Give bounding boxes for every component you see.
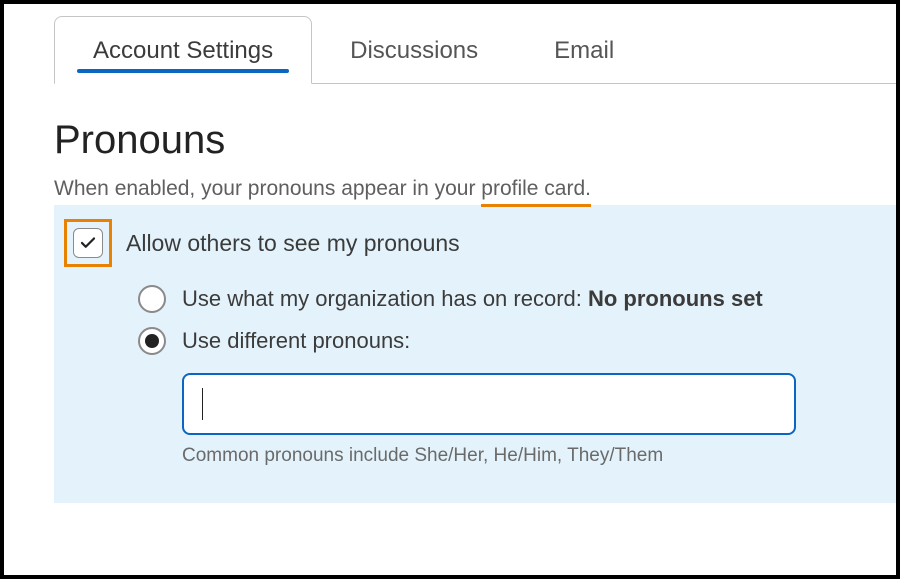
pronoun-source-radio-group: Use what my organization has on record: … (138, 285, 880, 355)
text-cursor-icon (202, 388, 203, 420)
section-description: When enabled, your pronouns appear in yo… (54, 177, 896, 201)
tab-bar: Account Settings Discussions Email (54, 16, 896, 84)
pronoun-text-input[interactable] (182, 373, 796, 435)
radio-org-label: Use what my organization has on record: … (182, 286, 763, 312)
tab-discussions[interactable]: Discussions (312, 17, 516, 83)
profile-card-link[interactable]: profile card (481, 177, 585, 201)
tab-account-settings[interactable]: Account Settings (54, 16, 312, 84)
window-frame: Account Settings Discussions Email Prono… (0, 0, 900, 579)
check-icon (79, 234, 97, 252)
radio-org-value: No pronouns set (588, 286, 763, 311)
description-text-prefix: When enabled, your pronouns appear in yo… (54, 177, 481, 200)
pronouns-options-panel: Allow others to see my pronouns Use what… (54, 205, 900, 503)
allow-pronouns-checkbox[interactable] (73, 228, 103, 258)
radio-row-different: Use different pronouns: (138, 327, 880, 355)
pronoun-hint: Common pronouns include She/Her, He/Him,… (182, 445, 880, 467)
page-title: Pronouns (54, 118, 896, 163)
description-text-suffix: . (585, 177, 591, 200)
radio-use-org-record[interactable] (138, 285, 166, 313)
checkbox-highlight (64, 219, 112, 267)
radio-use-different[interactable] (138, 327, 166, 355)
allow-pronouns-label: Allow others to see my pronouns (126, 230, 460, 257)
radio-selected-dot-icon (145, 334, 159, 348)
radio-row-org: Use what my organization has on record: … (138, 285, 880, 313)
tab-email[interactable]: Email (516, 17, 652, 83)
radio-org-label-prefix: Use what my organization has on record: (182, 286, 588, 311)
radio-different-label: Use different pronouns: (182, 328, 410, 354)
pronoun-input-wrap: Common pronouns include She/Her, He/Him,… (182, 373, 880, 467)
allow-pronouns-row: Allow others to see my pronouns (64, 219, 880, 267)
